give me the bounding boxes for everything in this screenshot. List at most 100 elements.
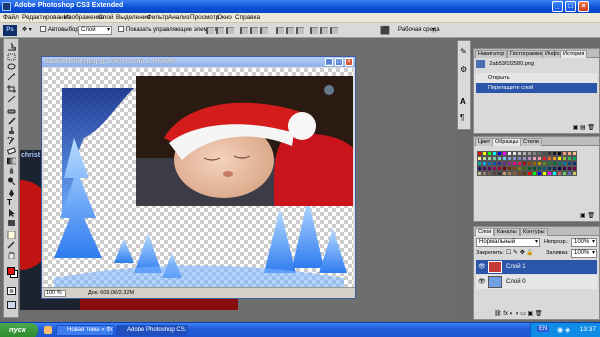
clone-stamp-tool-icon[interactable] [7, 127, 16, 135]
path-selection-tool-icon[interactable] [7, 209, 16, 217]
fill-field[interactable]: 100% [571, 249, 597, 258]
lasso-tool-icon[interactable] [7, 63, 16, 71]
menu-window[interactable]: Окно [217, 14, 232, 21]
right-tree-2 [292, 198, 324, 268]
visibility-eye-icon[interactable]: 👁 [478, 278, 486, 285]
tab-navigator[interactable]: Навигатор [475, 50, 508, 58]
eraser-tool-icon[interactable] [6, 147, 17, 155]
clone-source-icon[interactable]: ⚙ [460, 65, 467, 74]
paragraph-panel-icon[interactable]: ¶ [460, 113, 464, 122]
distribute-left-icon[interactable] [310, 27, 318, 34]
workspace-dropdown-icon[interactable]: ▾ [432, 26, 435, 35]
tab-history[interactable]: История [560, 50, 588, 58]
align-right-icon[interactable] [260, 27, 268, 34]
zoom-field[interactable]: 100 % [44, 290, 66, 297]
distribute-top-icon[interactable] [276, 27, 284, 34]
dodge-tool-icon[interactable] [7, 177, 16, 186]
foreground-color-swatch[interactable] [7, 267, 15, 275]
taskbar-item-photoshop[interactable]: Adobe Photoshop CS... [116, 325, 188, 336]
layer-name[interactable]: Слой 0 [506, 279, 526, 285]
character-panel-icon[interactable]: A [460, 97, 466, 106]
tab-histogram[interactable]: Гистограмма [507, 50, 546, 58]
layer-name[interactable]: Слой 1 [506, 264, 526, 270]
quicklaunch-icon[interactable] [44, 326, 52, 334]
minimize-button[interactable]: _ [552, 1, 563, 12]
visibility-eye-icon[interactable]: 👁 [478, 263, 486, 270]
healing-brush-tool-icon[interactable] [7, 107, 16, 115]
doc-maximize-button[interactable]: □ [335, 58, 343, 66]
move-tool-preset-icon[interactable]: ✥ ▾ [22, 26, 32, 35]
history-item-drag-layer[interactable]: Перетащите слой [476, 83, 597, 93]
tab-swatches[interactable]: Образцы [492, 138, 522, 146]
menu-help[interactable]: Справка [235, 14, 260, 21]
move-tool-icon[interactable] [7, 42, 17, 53]
blur-tool-icon[interactable] [7, 167, 16, 175]
document-canvas[interactable] [44, 68, 353, 288]
distribute-right-icon[interactable] [330, 27, 338, 34]
slice-tool-icon[interactable] [7, 95, 16, 103]
align-vcenter-icon[interactable] [216, 27, 224, 34]
doc-close-button[interactable]: × [345, 58, 353, 66]
magic-wand-tool-icon[interactable] [7, 73, 16, 81]
layer-row-1[interactable]: 👁 Слой 1 [476, 260, 597, 274]
autoselect-option[interactable]: Автовыбор: [40, 26, 80, 35]
autoselect-dropdown[interactable]: Слой [78, 26, 112, 35]
swatch-chip[interactable] [572, 171, 577, 176]
shape-tool-icon[interactable] [7, 219, 16, 227]
gradient-tool-icon[interactable] [6, 157, 17, 165]
quick-mask-icon[interactable] [7, 287, 16, 295]
taskbar-item-forum[interactable]: Новая тема « Форум... [56, 325, 114, 336]
history-item-open[interactable]: Открыть [476, 73, 597, 83]
swatches-grid[interactable] [477, 151, 577, 176]
tab-styles[interactable]: Стили [520, 138, 542, 146]
swatches-footer-icons[interactable]: ▣ 🗑 [580, 212, 595, 219]
menu-file[interactable]: Файл [3, 14, 19, 21]
brush-panel-icon[interactable]: ✎ [460, 47, 467, 56]
tab-color[interactable]: Цвет [475, 138, 494, 146]
tab-channels[interactable]: Каналы [494, 228, 520, 236]
history-snapshot[interactable]: 2ab53f1f2580.png [476, 59, 597, 71]
eyedropper-tool-icon[interactable] [7, 241, 16, 249]
crop-tool-icon[interactable] [7, 85, 16, 93]
align-left-icon[interactable] [240, 27, 248, 34]
layers-footer-icons[interactable]: ⛓ fx ◐ ◑ ▭ ▣ 🗑 [494, 310, 543, 317]
distribute-vcenter-icon[interactable] [286, 27, 294, 34]
notes-tool-icon[interactable] [7, 230, 16, 240]
menu-view[interactable]: Просмотр [190, 14, 219, 21]
document-info[interactable]: Док: 609,0К/2,32М [88, 290, 134, 296]
doc-minimize-button[interactable]: _ [325, 58, 333, 66]
language-indicator[interactable]: EN [537, 326, 550, 332]
align-bottom-icon[interactable] [226, 27, 234, 34]
brush-tool-icon[interactable] [7, 117, 16, 125]
history-footer-icons[interactable]: ▣ ▤ 🗑 [573, 124, 595, 131]
menu-select[interactable]: Выделение [116, 14, 150, 21]
history-panel-tabs: Навигатор Гистограмма Инфо История [474, 49, 599, 58]
menu-filter[interactable]: Фильтр [147, 14, 168, 21]
menu-layer[interactable]: Слой [98, 14, 114, 21]
start-button[interactable]: пуск [0, 323, 38, 337]
tab-paths[interactable]: Контуры [520, 228, 548, 236]
align-hcenter-icon[interactable] [250, 27, 258, 34]
tray-icons[interactable]: ◉ ◈ [557, 326, 570, 334]
bridge-icon[interactable]: ⬛ [380, 26, 390, 35]
layer-row-0[interactable]: 👁 Слой 0 [476, 275, 597, 289]
menu-analysis[interactable]: Анализ [168, 14, 190, 21]
tab-layers[interactable]: Слои [475, 228, 495, 236]
hand-tool-icon[interactable] [7, 251, 16, 260]
blend-mode-dropdown[interactable]: Нормальный [476, 238, 540, 247]
lock-icons[interactable]: ☐ ✎ ✥ 🔒 [506, 249, 534, 256]
close-button[interactable]: × [578, 1, 589, 12]
maximize-button[interactable]: □ [565, 1, 576, 12]
screen-mode-icon[interactable] [7, 301, 16, 309]
opacity-field[interactable]: 100% [571, 238, 597, 247]
distribute-bottom-icon[interactable] [296, 27, 304, 34]
align-top-icon[interactable] [206, 27, 214, 34]
autoselect-checkbox[interactable] [40, 26, 46, 32]
history-brush-tool-icon[interactable] [7, 136, 16, 145]
marquee-tool-icon[interactable] [7, 53, 16, 61]
pen-tool-icon[interactable] [7, 189, 16, 197]
transform-checkbox[interactable] [118, 26, 124, 32]
distribute-hcenter-icon[interactable] [320, 27, 328, 34]
type-tool-icon[interactable]: T [7, 199, 16, 207]
document-title-bar[interactable]: 2ab53f1f2580.png @ 100% (Слой 1, RGB/8) … [42, 57, 355, 67]
